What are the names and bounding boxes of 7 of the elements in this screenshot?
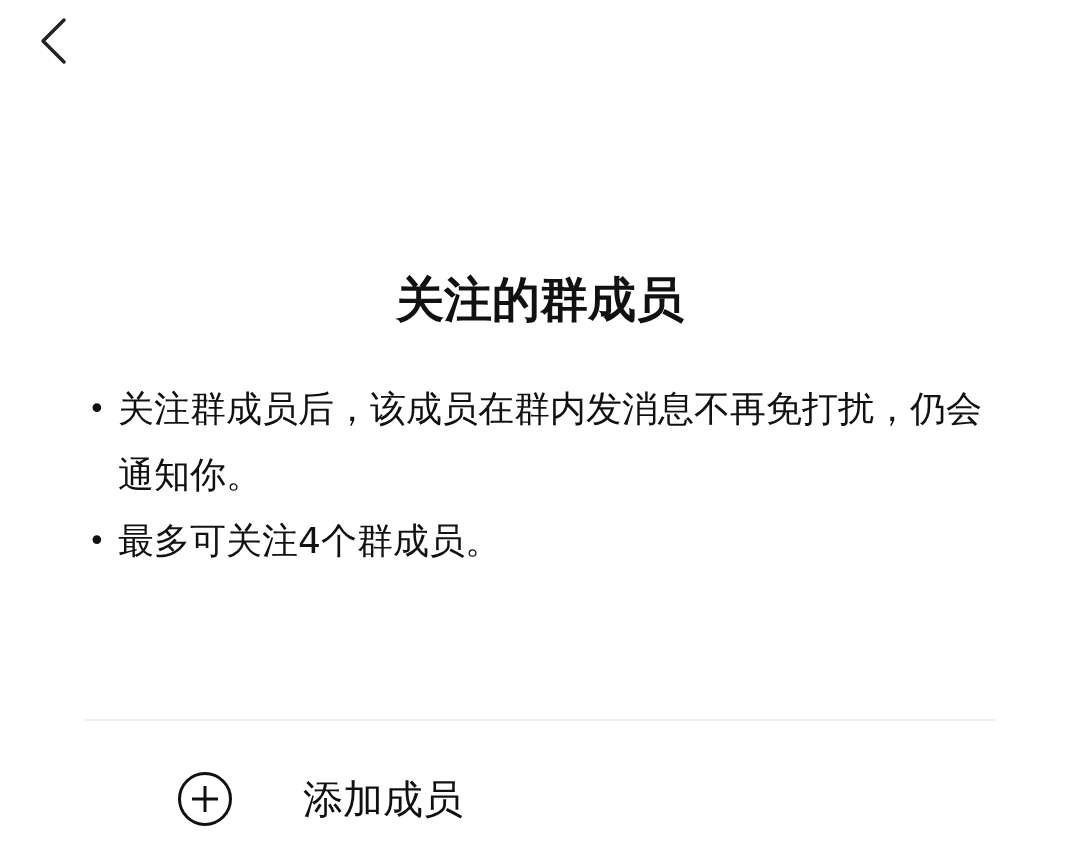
add-icon bbox=[177, 771, 233, 827]
bullet: • bbox=[88, 390, 107, 428]
add-member-button[interactable]: 添加成员 bbox=[85, 721, 995, 868]
note-text: 关注群成员后，该成员在群内发消息不再免打扰，仍会通知你。 bbox=[118, 387, 983, 497]
bullet: • bbox=[88, 522, 107, 560]
note-text: 最多可关注4个群成员。 bbox=[118, 519, 502, 563]
page-title: 关注的群成员 bbox=[394, 270, 685, 329]
